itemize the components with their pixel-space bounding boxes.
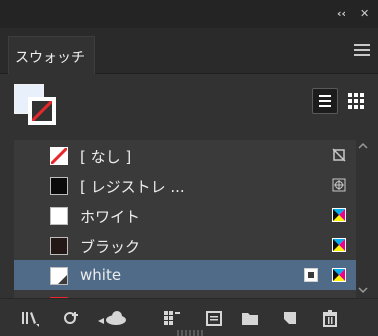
list-item[interactable]: [ レジストレ ... bbox=[14, 170, 356, 200]
close-panel-icon[interactable]: ✕ bbox=[360, 8, 369, 20]
cloud-icon bbox=[98, 311, 126, 325]
swatch-label: [ レジストレ ... bbox=[80, 178, 185, 196]
swatch-kinds-icon bbox=[164, 311, 180, 325]
list-item-selected[interactable]: white bbox=[14, 260, 356, 290]
stroke-swatch[interactable] bbox=[28, 97, 56, 125]
swatch-options-icon bbox=[206, 311, 222, 326]
list-view-icon bbox=[319, 95, 331, 107]
swatch-options-button[interactable] bbox=[204, 308, 224, 328]
trash-icon bbox=[323, 310, 337, 327]
tab-swatches[interactable]: スウォッチ bbox=[8, 36, 95, 74]
panel-title-bar: ‹‹ ✕ bbox=[0, 0, 378, 28]
cloud-library-button[interactable] bbox=[96, 308, 130, 328]
swatch-label: ホワイト bbox=[80, 208, 141, 226]
library-add-icon bbox=[64, 312, 78, 324]
swatch-white-chip bbox=[50, 207, 68, 225]
libraries-icon bbox=[22, 312, 39, 327]
grid-view-icon bbox=[348, 93, 364, 109]
list-view-button[interactable] bbox=[312, 88, 338, 114]
swatch-label: ブラック bbox=[80, 238, 141, 256]
collapse-panel-icon[interactable]: ‹‹ bbox=[337, 8, 346, 20]
thumbnail-view-button[interactable] bbox=[343, 88, 369, 114]
list-item[interactable]: [ なし ] bbox=[14, 140, 356, 170]
swatch-black-chip bbox=[50, 237, 68, 255]
tab-swatches-label: スウォッチ bbox=[15, 50, 85, 66]
show-swatch-kinds-button[interactable] bbox=[162, 308, 182, 328]
list-item[interactable]: ブラック bbox=[14, 230, 356, 260]
swatch-libraries-button[interactable] bbox=[20, 308, 40, 328]
new-swatch-button[interactable] bbox=[280, 308, 300, 328]
folder-icon bbox=[242, 313, 258, 325]
new-color-group-button[interactable] bbox=[240, 308, 260, 328]
new-swatch-icon bbox=[284, 312, 296, 324]
swatch-none-chip bbox=[50, 147, 68, 165]
spot-color-icon bbox=[304, 268, 318, 282]
fill-stroke-proxy bbox=[14, 84, 60, 128]
swatch-white-global-chip bbox=[50, 267, 68, 285]
swatch-list[interactable]: [ なし ] [ レジストレ ... ホワイト ブラック white bbox=[14, 140, 356, 298]
resize-grip-icon[interactable] bbox=[176, 330, 204, 336]
cmyk-icon bbox=[332, 238, 346, 252]
registration-icon bbox=[332, 178, 346, 192]
add-to-library-button[interactable] bbox=[62, 308, 82, 328]
list-item[interactable]: ホワイト bbox=[14, 200, 356, 230]
panel-menu-icon[interactable] bbox=[354, 44, 370, 56]
scrollbar[interactable] bbox=[356, 140, 370, 298]
panel-tab-bar: スウォッチ bbox=[0, 28, 378, 74]
scroll-up-icon[interactable] bbox=[358, 142, 368, 149]
scroll-down-icon[interactable] bbox=[358, 287, 368, 294]
swatch-label: [ なし ] bbox=[80, 148, 132, 166]
swatch-registration-chip bbox=[50, 177, 68, 195]
cmyk-icon bbox=[332, 208, 346, 222]
list-item[interactable] bbox=[14, 290, 356, 298]
non-editable-icon bbox=[332, 148, 346, 162]
cmyk-icon bbox=[332, 268, 346, 282]
delete-swatch-button[interactable] bbox=[320, 308, 340, 328]
swatch-label: white bbox=[80, 266, 122, 284]
